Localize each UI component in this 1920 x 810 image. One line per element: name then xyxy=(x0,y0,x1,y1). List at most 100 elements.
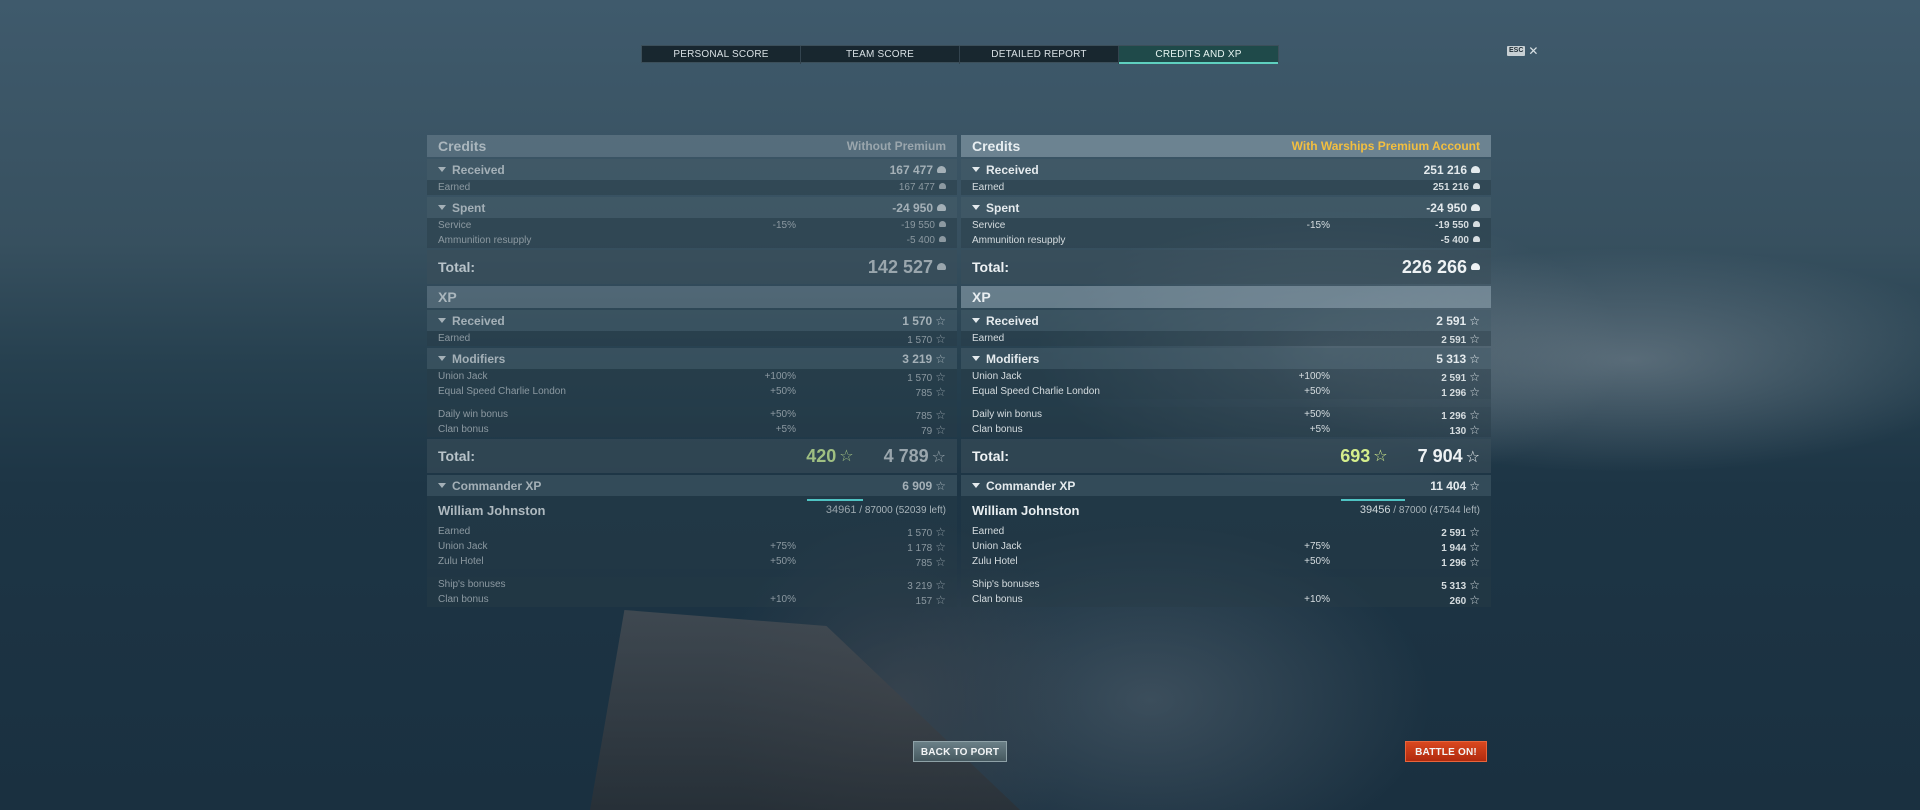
commander-name: William Johnston xyxy=(972,502,1080,518)
chevron-down-icon xyxy=(972,356,980,361)
chevron-down-icon xyxy=(438,356,446,361)
account-type-label: Without Premium xyxy=(846,139,946,153)
xp-star-icon: ☆ xyxy=(935,351,946,366)
credits-header: Credits With Warships Premium Account xyxy=(961,135,1491,157)
divider xyxy=(961,399,1491,407)
free-xp-value: 693 xyxy=(1340,445,1371,466)
xp-received-section[interactable]: Received 2 591 ☆ xyxy=(961,310,1491,331)
result-tabs: PERSONAL SCORE TEAM SCORE DETAILED REPOR… xyxy=(641,45,1279,64)
credit-icon xyxy=(1471,203,1480,211)
credits-received-section[interactable]: Received 167 477 xyxy=(427,159,957,180)
list-item: Earned 2 591 ☆ xyxy=(961,331,1491,346)
commander-progress-bar xyxy=(807,499,863,501)
battle-background xyxy=(0,0,1920,810)
back-to-port-button[interactable]: BACK TO PORT xyxy=(913,741,1007,762)
credit-icon xyxy=(937,165,946,173)
xp-star-icon: ☆ xyxy=(935,592,946,607)
tab-personal-score[interactable]: PERSONAL SCORE xyxy=(642,46,801,64)
xp-star-icon: ☆ xyxy=(935,369,946,384)
close-button[interactable]: ESC ✕ xyxy=(1507,45,1538,57)
xp-total: Total: 693 ☆ 7 904 ☆ xyxy=(961,439,1491,473)
credits-spent-section[interactable]: Spent -24 950 xyxy=(427,197,957,218)
xp-star-icon: ☆ xyxy=(935,422,946,437)
chevron-down-icon xyxy=(438,205,446,210)
xp-star-icon: ☆ xyxy=(1465,448,1480,466)
account-type-label: With Warships Premium Account xyxy=(1291,139,1480,153)
list-item: Ammunition resupply -5 400 xyxy=(427,233,957,248)
battle-on-button[interactable]: BATTLE ON! xyxy=(1405,741,1487,762)
credits-title: Credits xyxy=(972,138,1021,154)
commander-row: William Johnston 39456 / 87000 (47544 le… xyxy=(961,496,1491,524)
xp-header: XP xyxy=(961,286,1491,308)
list-item: Zulu Hotel +50% 1 296 ☆ xyxy=(961,554,1491,569)
xp-star-icon: ☆ xyxy=(1469,478,1480,493)
list-item: Union Jack +75% 1 178 ☆ xyxy=(427,539,957,554)
commander-xp-section[interactable]: Commander XP 11 404 ☆ xyxy=(961,475,1491,496)
credit-icon xyxy=(939,183,946,190)
chevron-down-icon xyxy=(438,483,446,488)
list-item: Zulu Hotel +50% 785 ☆ xyxy=(427,554,957,569)
chevron-down-icon xyxy=(972,167,980,172)
list-item: Ship's bonuses 5 313 ☆ xyxy=(961,577,1491,592)
list-item: Equal Speed Charlie London +50% 785 ☆ xyxy=(427,384,957,399)
credit-icon xyxy=(1473,236,1480,243)
xp-star-icon: ☆ xyxy=(1469,524,1480,539)
credit-icon xyxy=(939,236,946,243)
xp-modifiers-section[interactable]: Modifiers 5 313 ☆ xyxy=(961,348,1491,369)
section-value: 167 477 xyxy=(836,163,946,177)
chevron-down-icon xyxy=(438,167,446,172)
free-xp-icon: ☆ xyxy=(1373,448,1388,465)
divider xyxy=(427,399,957,407)
xp-star-icon: ☆ xyxy=(1469,592,1480,607)
list-item: Earned 1 570 ☆ xyxy=(427,331,957,346)
divider xyxy=(961,569,1491,577)
xp-star-icon: ☆ xyxy=(935,478,946,493)
commander-progress-text: 39456 / 87000 (47544 left) xyxy=(1359,504,1480,516)
xp-star-icon: ☆ xyxy=(1469,539,1480,554)
list-item: Service -15% -19 550 xyxy=(961,218,1491,233)
esc-key-icon: ESC xyxy=(1507,46,1526,56)
xp-star-icon: ☆ xyxy=(935,539,946,554)
commander-xp-section[interactable]: Commander XP 6 909 ☆ xyxy=(427,475,957,496)
chevron-down-icon xyxy=(438,318,446,323)
xp-star-icon: ☆ xyxy=(935,331,946,346)
list-item: Service -15% -19 550 xyxy=(427,218,957,233)
credits-spent-section[interactable]: Spent -24 950 xyxy=(961,197,1491,218)
xp-star-icon: ☆ xyxy=(1469,577,1480,592)
credits-received-section[interactable]: Received 251 216 xyxy=(961,159,1491,180)
section-label: Received xyxy=(452,162,505,177)
xp-star-icon: ☆ xyxy=(1469,331,1480,346)
credit-icon xyxy=(1473,221,1480,228)
list-item: Clan bonus +10% 157 ☆ xyxy=(427,592,957,607)
free-xp-value: 420 xyxy=(806,445,837,466)
list-item: Earned 167 477 xyxy=(427,180,957,195)
commander-name: William Johnston xyxy=(438,502,546,518)
list-item: Union Jack +100% 1 570 ☆ xyxy=(427,369,957,384)
xp-modifiers-section[interactable]: Modifiers 3 219 ☆ xyxy=(427,348,957,369)
xp-received-section[interactable]: Received 1 570 ☆ xyxy=(427,310,957,331)
list-item: Ammunition resupply -5 400 xyxy=(961,233,1491,248)
xp-star-icon: ☆ xyxy=(935,554,946,569)
xp-star-icon: ☆ xyxy=(935,384,946,399)
credit-icon xyxy=(1471,263,1480,271)
list-item: Clan bonus +10% 260 ☆ xyxy=(961,592,1491,607)
credit-icon xyxy=(939,221,946,228)
xp-star-icon: ☆ xyxy=(1469,369,1480,384)
tab-detailed-report[interactable]: DETAILED REPORT xyxy=(960,46,1119,64)
credits-total: Total: 142 527 xyxy=(427,250,957,284)
list-item: Earned 1 570 ☆ xyxy=(427,524,957,539)
xp-total: Total: 420 ☆ 4 789 ☆ xyxy=(427,439,957,473)
list-item: Ship's bonuses 3 219 ☆ xyxy=(427,577,957,592)
list-item: Earned 251 216 xyxy=(961,180,1491,195)
list-item: Clan bonus +5% 79 ☆ xyxy=(427,422,957,437)
tab-team-score[interactable]: TEAM SCORE xyxy=(801,46,960,64)
xp-star-icon: ☆ xyxy=(935,577,946,592)
panel-with-premium: Credits With Warships Premium Account Re… xyxy=(961,135,1491,607)
credit-icon xyxy=(937,263,946,271)
tab-credits-and-xp[interactable]: CREDITS AND XP xyxy=(1119,46,1278,64)
commander-row: William Johnston 34961 / 87000 (52039 le… xyxy=(427,496,957,524)
xp-star-icon: ☆ xyxy=(935,524,946,539)
credit-icon xyxy=(1471,165,1480,173)
xp-star-icon: ☆ xyxy=(935,407,946,422)
credit-icon xyxy=(1473,183,1480,190)
